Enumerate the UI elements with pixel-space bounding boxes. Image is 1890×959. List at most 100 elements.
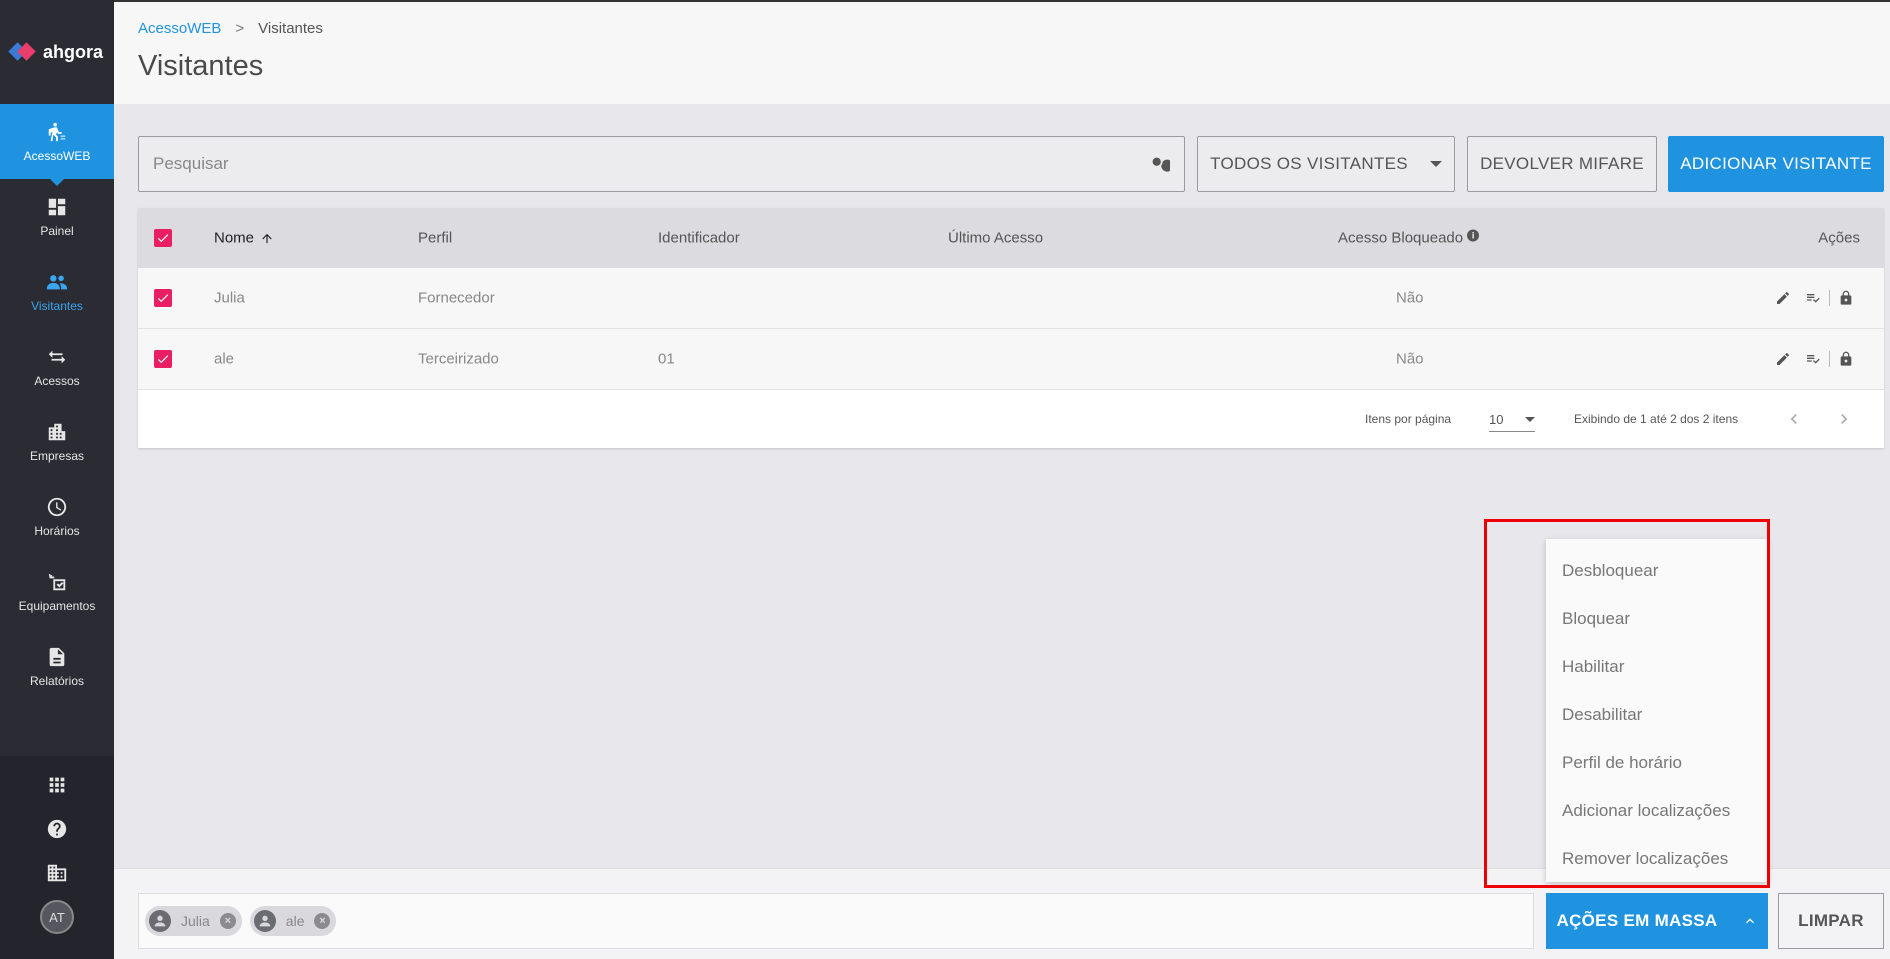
items-per-page-label: Itens por página xyxy=(1365,412,1452,426)
visitor-filter-label: TODOS OS VISITANTES xyxy=(1210,154,1408,173)
sidebar-item-horarios[interactable]: Horários xyxy=(0,479,114,554)
row-actions xyxy=(1775,351,1854,367)
column-header-identifier: Identificador xyxy=(658,229,740,247)
sidebar-item-visitantes[interactable]: Visitantes xyxy=(0,254,114,329)
mass-actions-label: AÇÕES EM MASSA xyxy=(1556,911,1718,930)
arrow-up-icon xyxy=(262,233,272,243)
logo[interactable]: ahgora xyxy=(0,0,114,104)
lock-icon[interactable] xyxy=(1838,290,1854,306)
check-icon xyxy=(157,355,169,364)
breadcrumb: AcessoWEB > Visitantes xyxy=(138,20,323,37)
document-icon xyxy=(49,647,65,666)
cell-profile: Terceirizado xyxy=(418,350,499,368)
highlight-box xyxy=(1484,519,1770,888)
table-header: Nome Perfil Identificador Último Acesso … xyxy=(138,208,1884,268)
cell-blocked: Não xyxy=(1396,350,1424,368)
chip-label: Julia xyxy=(181,913,210,929)
sidebar-item-acessos[interactable]: Acessos xyxy=(0,329,114,404)
breadcrumb-root-link[interactable]: AcessoWEB xyxy=(138,20,221,37)
lock-icon[interactable] xyxy=(1838,351,1854,367)
cell-name: ale xyxy=(214,350,235,368)
sidebar-item-equipamentos[interactable]: Equipamentos xyxy=(0,554,114,629)
search-input[interactable] xyxy=(153,154,1148,174)
clear-button[interactable]: LIMPAR xyxy=(1778,893,1884,949)
sidebar-item-label: Relatórios xyxy=(29,673,85,688)
divider xyxy=(1829,290,1830,306)
chip-remove-icon[interactable]: × xyxy=(219,913,236,929)
user-avatar-icon xyxy=(253,910,276,932)
playlist-check-icon[interactable] xyxy=(1805,351,1821,367)
clock-icon xyxy=(47,497,67,516)
column-header-name[interactable]: Nome xyxy=(214,230,274,247)
visitor-filter-select[interactable]: TODOS OS VISITANTES xyxy=(1197,136,1455,192)
add-visitor-button[interactable]: ADICIONAR VISITANTE xyxy=(1668,136,1884,192)
mass-actions-button[interactable]: AÇÕES EM MASSA xyxy=(1546,893,1768,949)
selected-chips-box: Julia × ale × xyxy=(138,893,1534,949)
sidebar-item-acessoweb[interactable]: AcessoWEB xyxy=(0,104,114,186)
column-header-profile: Perfil xyxy=(418,229,453,247)
info-icon[interactable]: i xyxy=(1467,229,1480,242)
selected-chip: ale × xyxy=(249,906,337,936)
pagination-range-info: Exibindo de 1 até 2 dos 2 itens xyxy=(1574,412,1739,426)
swap-arrows-icon xyxy=(48,350,66,363)
selected-chip: Julia × xyxy=(145,906,242,936)
breadcrumb-current: Visitantes xyxy=(258,20,323,37)
building-icon xyxy=(48,423,66,440)
prev-page-button[interactable] xyxy=(1784,409,1804,429)
column-header-blocked: Acesso Bloqueado i xyxy=(1338,229,1480,247)
sidebar-item-label: AcessoWEB xyxy=(23,148,91,163)
breadcrumb-separator: > xyxy=(235,20,245,37)
playlist-check-icon[interactable] xyxy=(1805,290,1821,306)
sidebar-item-label: Visitantes xyxy=(31,298,83,313)
company-icon[interactable] xyxy=(46,862,68,884)
return-mifare-button[interactable]: DEVOLVER MIFARE xyxy=(1467,136,1657,192)
avatar[interactable]: AT xyxy=(40,900,74,934)
table-pagination: Itens por página 10 Exibindo de 1 até 2 … xyxy=(138,390,1884,448)
sidebar-item-empresas[interactable]: Empresas xyxy=(0,404,114,479)
cell-blocked: Não xyxy=(1396,289,1424,307)
table-row: ale Terceirizado 01 Não xyxy=(138,329,1884,390)
divider xyxy=(1829,351,1830,367)
select-all-checkbox[interactable] xyxy=(154,229,172,247)
column-header-name-label: Nome xyxy=(214,229,255,247)
cell-identifier: 01 xyxy=(658,350,675,368)
user-avatar-icon xyxy=(149,910,171,932)
person-walking-icon xyxy=(48,122,66,141)
next-page-button[interactable] xyxy=(1834,409,1854,429)
chevron-right-icon xyxy=(1841,414,1848,424)
cell-name: Julia xyxy=(214,289,245,307)
sidebar-item-relatorios[interactable]: Relatórios xyxy=(0,629,114,704)
logo-text: ahgora xyxy=(42,41,103,62)
device-icon xyxy=(48,573,66,590)
edit-icon[interactable] xyxy=(1775,290,1791,306)
sidebar-item-label: Empresas xyxy=(29,448,85,463)
visitors-table: Nome Perfil Identificador Último Acesso … xyxy=(138,208,1884,448)
edit-icon[interactable] xyxy=(1775,351,1791,367)
sidebar-item-painel[interactable]: Painel xyxy=(0,179,114,254)
chip-label: ale xyxy=(285,913,305,929)
row-checkbox[interactable] xyxy=(154,289,172,307)
chip-remove-icon[interactable]: × xyxy=(314,913,331,929)
search-box xyxy=(138,136,1185,192)
apps-grid-icon[interactable] xyxy=(46,774,68,796)
table-row: Julia Fornecedor Não xyxy=(138,268,1884,329)
sidebar-item-label: Acessos xyxy=(34,373,80,388)
search-icon[interactable] xyxy=(1148,153,1170,175)
sidebar-item-label: Horários xyxy=(34,523,80,538)
chevron-left-icon xyxy=(1790,414,1797,424)
help-icon[interactable] xyxy=(46,818,68,840)
page-title: Visitantes xyxy=(138,50,264,82)
chevron-down-icon xyxy=(1525,417,1535,422)
column-header-blocked-label: Acesso Bloqueado xyxy=(1338,229,1464,247)
cell-profile: Fornecedor xyxy=(418,289,495,307)
row-checkbox[interactable] xyxy=(154,350,172,368)
chevron-up-icon xyxy=(1745,918,1754,924)
chevron-down-icon xyxy=(1429,161,1442,167)
people-icon xyxy=(46,274,68,289)
page-header: AcessoWEB > Visitantes Visitantes xyxy=(114,0,1890,104)
ahgora-logo-icon xyxy=(8,41,37,63)
row-actions xyxy=(1775,290,1854,306)
items-per-page-select[interactable]: 10 xyxy=(1489,408,1535,432)
check-icon xyxy=(157,294,169,303)
sidebar: ahgora AcessoWEB Painel Visitantes Acess… xyxy=(0,0,114,959)
